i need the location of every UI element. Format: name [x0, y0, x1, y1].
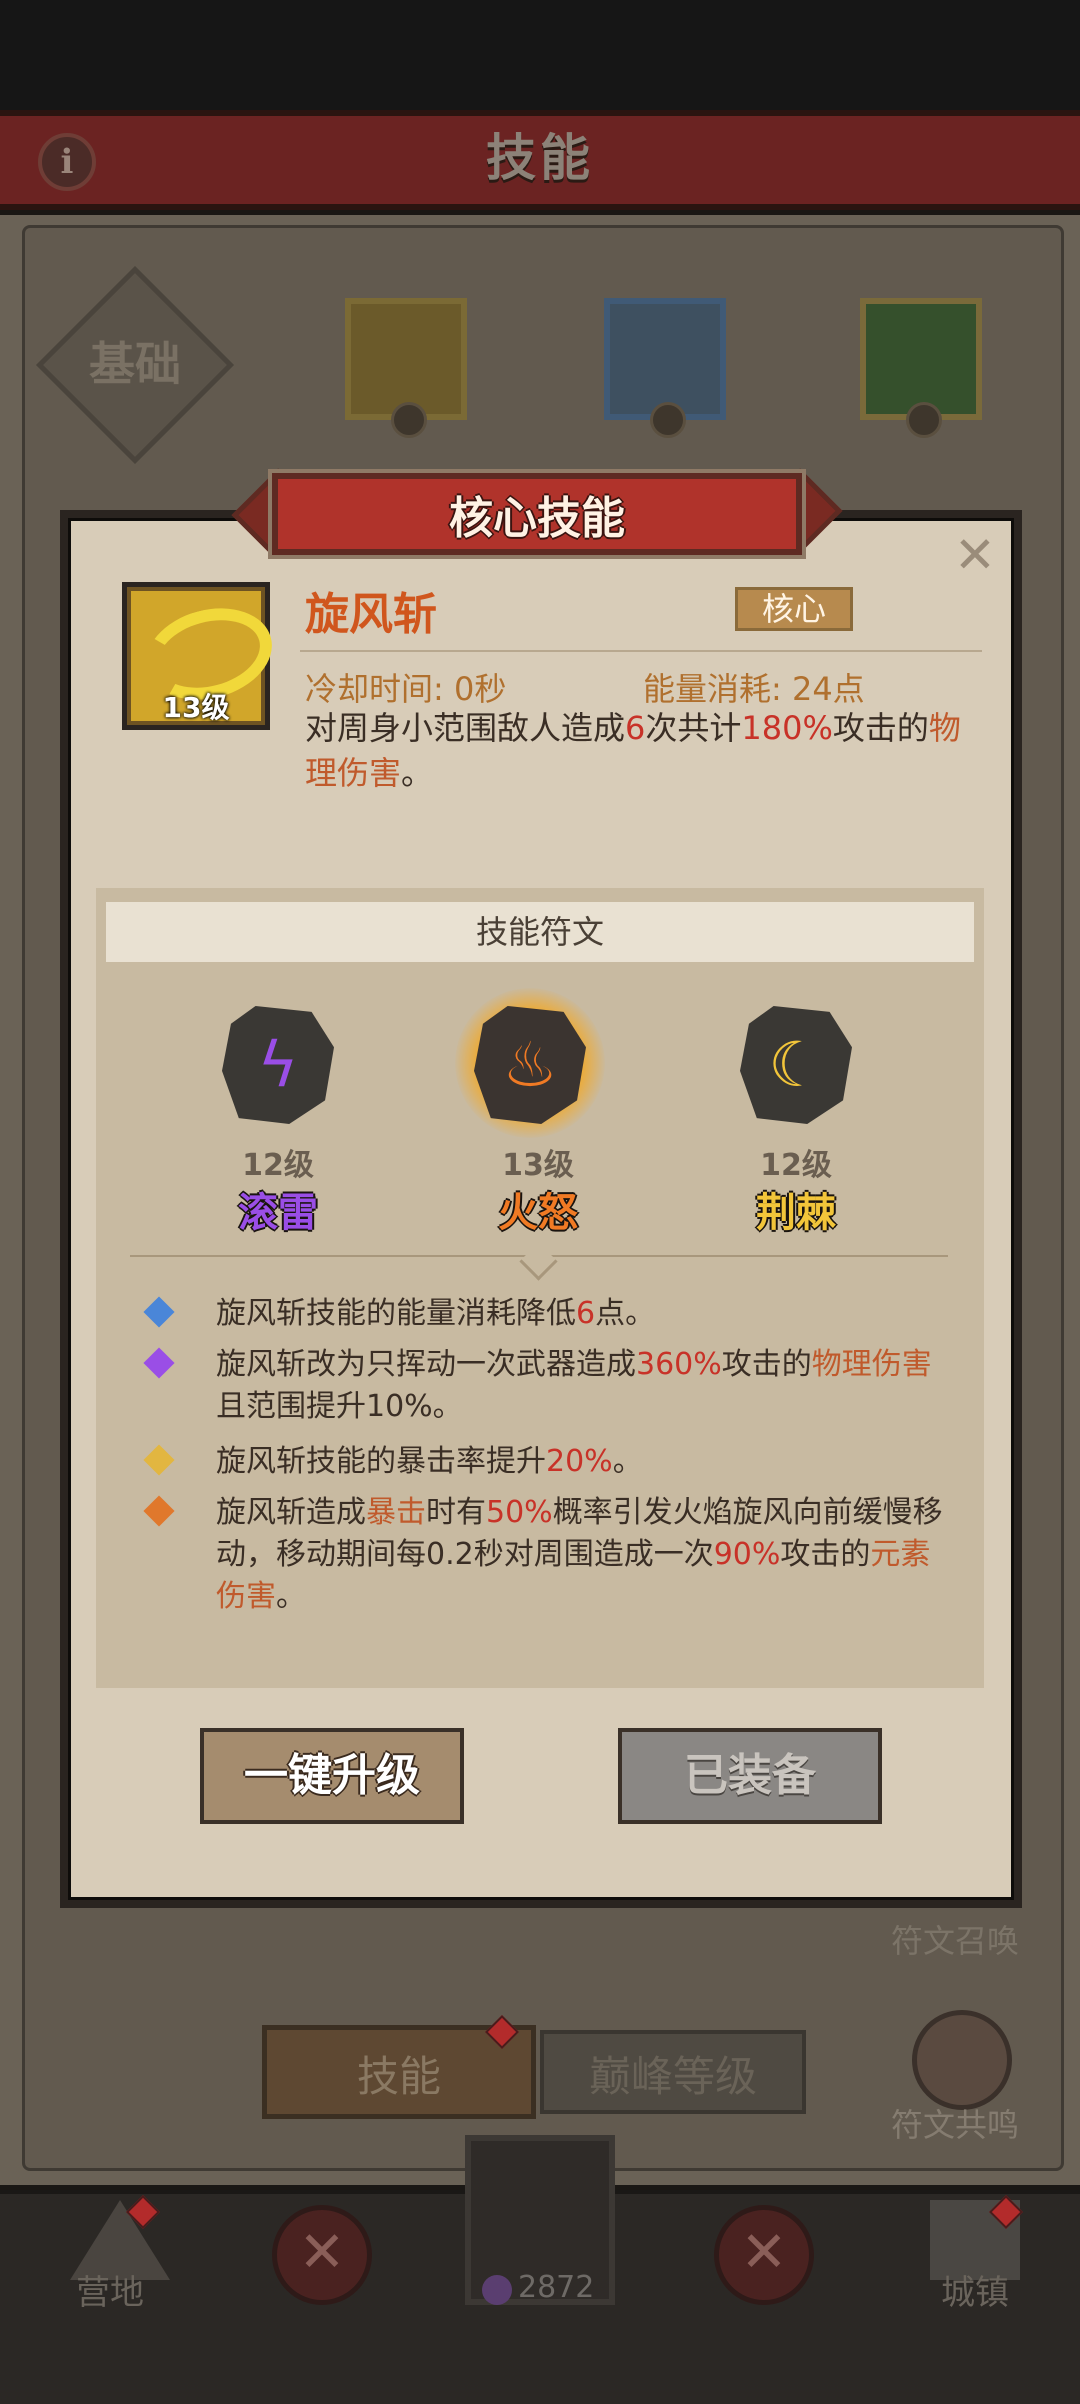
skill-type-badge: 核心 — [735, 587, 853, 631]
effect-value: 20% — [546, 1444, 613, 1479]
effect-part: 且范围提升10%。 — [216, 1389, 463, 1424]
effect-part: 旋风斩技能的能量消耗降低 — [216, 1296, 576, 1331]
tab-basic-label: 基础 — [89, 337, 181, 391]
effect-part: 。 — [276, 1579, 306, 1614]
thorn-rune-icon[interactable]: ☾ — [740, 1006, 852, 1124]
tab-skill-axe-badge-icon — [391, 402, 427, 438]
bottom-tab-skill-label: 技能 — [356, 2052, 441, 2101]
modal-title: 核心技能 — [449, 493, 625, 544]
effect-part: 时有 — [426, 1495, 486, 1530]
rune-resonance-label[interactable]: 符文共鸣 — [880, 2100, 1030, 2146]
locked-slot-left-icon[interactable]: ✕ — [272, 2205, 372, 2305]
desc-text: 攻击的 — [832, 709, 929, 747]
desc-percent: 180% — [741, 709, 833, 747]
energy-orb-icon — [482, 2275, 512, 2305]
effect-text: 旋风斩技能的暴击率提升20%。 — [216, 1441, 956, 1483]
rune-section-title: 技能符文 — [106, 902, 974, 962]
effect-text: 旋风斩造成暴击时有50%概率引发火焰旋风向前缓慢移动，移动期间每0.2秒对周围造… — [216, 1492, 956, 1618]
desc-text: 次共计 — [645, 709, 742, 747]
close-icon[interactable]: ✕ — [950, 530, 1000, 580]
desc-text: 。 — [401, 754, 434, 792]
nav-camp-label[interactable]: 营地 — [50, 2265, 170, 2314]
bottom-tab-peak-level-label: 巅峰等级 — [588, 2052, 757, 2101]
rune-level: 12级 — [242, 1148, 314, 1183]
desc-text: 对周身小范围敌人造成 — [305, 709, 626, 747]
skill-name: 旋风斩 — [305, 589, 437, 640]
skill-level: 13级 — [162, 691, 230, 724]
top-bar-background — [0, 0, 1080, 110]
effect-value: 6 — [576, 1296, 596, 1331]
energy-value: 2872 — [518, 2270, 595, 2305]
skill-description: 对周身小范围敌人造成6次共计180%攻击的物理伤害。 — [305, 706, 985, 796]
effect-part: 。 — [612, 1444, 643, 1479]
fire-rune-icon[interactable]: ♨ — [474, 1006, 586, 1124]
rune-resonance-icon[interactable] — [912, 2010, 1012, 2110]
rune-level: 12级 — [760, 1148, 832, 1183]
rune-name[interactable]: 火怒 — [458, 1180, 618, 1238]
rune-glyph: ☾ — [768, 1028, 824, 1101]
tab-skill-nature-badge-icon — [906, 402, 942, 438]
rune-name[interactable]: 滚雷 — [198, 1180, 358, 1238]
info-button[interactable]: i — [38, 133, 96, 191]
effect-value: 50% — [486, 1495, 553, 1530]
effect-text: 旋风斩改为只挥动一次武器造成360%攻击的物理伤害且范围提升10%。 — [216, 1344, 956, 1428]
locked-slot-right-icon[interactable]: ✕ — [714, 2205, 814, 2305]
rune-summon-label[interactable]: 符文召唤 — [880, 1916, 1030, 1962]
rune-level: 13级 — [502, 1148, 574, 1183]
nav-town-label[interactable]: 城镇 — [910, 2265, 1040, 2314]
effect-value: 90% — [713, 1537, 781, 1572]
skill-divider — [300, 650, 982, 652]
effect-part: 攻击的 — [721, 1347, 812, 1382]
effect-damage-type: 物理伤害 — [811, 1347, 932, 1382]
energy-cost-text: 能量消耗: 24点 — [643, 670, 865, 708]
effect-part: 点。 — [595, 1296, 656, 1331]
desc-hits: 6 — [625, 709, 646, 747]
lightning-rune-icon[interactable]: ϟ — [222, 1006, 334, 1124]
effect-part: 旋风斩改为只挥动一次武器造成 — [216, 1347, 636, 1382]
page-title: 技能 — [486, 129, 594, 187]
cooldown-text: 冷却时间: 0秒 — [305, 670, 507, 708]
effect-text: 旋风斩技能的能量消耗降低6点。 — [216, 1293, 956, 1335]
effect-part: 攻击的 — [780, 1537, 871, 1572]
rune-name[interactable]: 荆棘 — [716, 1180, 876, 1238]
effect-part: 旋风斩造成 — [216, 1495, 366, 1530]
rune-glyph: ♨ — [502, 1028, 558, 1101]
equipped-button[interactable]: 已装备 — [618, 1728, 882, 1824]
effect-value: 暴击 — [366, 1495, 426, 1530]
rune-glyph: ϟ — [257, 1028, 299, 1101]
upgrade-all-button[interactable]: 一键升级 — [200, 1728, 464, 1824]
effect-value: 360% — [636, 1347, 722, 1382]
effect-part: 旋风斩技能的暴击率提升 — [216, 1444, 546, 1479]
tab-skill-ice-badge-icon — [650, 402, 686, 438]
